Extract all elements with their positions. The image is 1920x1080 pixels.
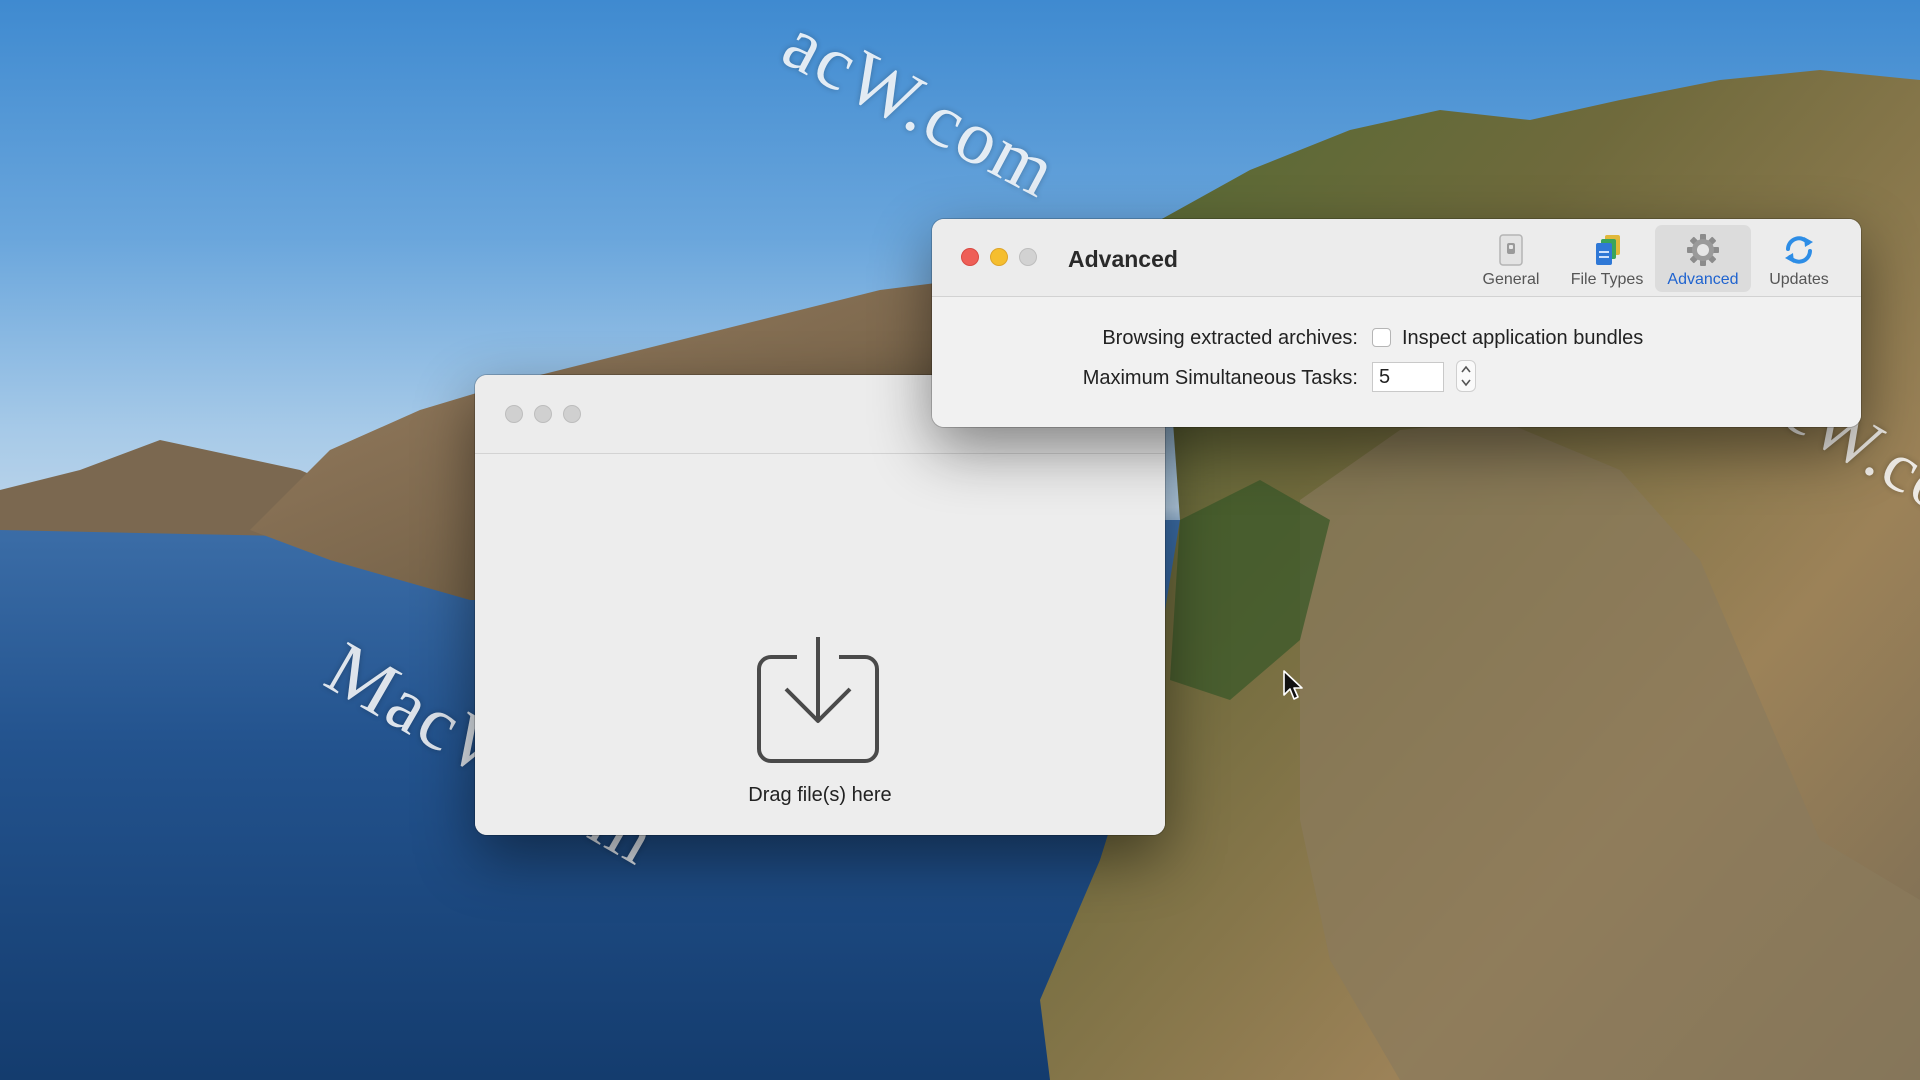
toolbar[interactable]: Advanced General File Types Advanced Upd… — [932, 219, 1861, 297]
tab-label: General — [1482, 271, 1540, 288]
drop-window: Drag file(s) here — [475, 375, 1165, 835]
preferences-window: Advanced General File Types Advanced Upd… — [932, 219, 1861, 427]
tab-file-types[interactable]: File Types — [1559, 225, 1655, 292]
window-title: Advanced — [1068, 246, 1178, 272]
inspect-bundles-label[interactable]: Inspect application bundles — [1402, 327, 1643, 350]
zoom-button[interactable] — [563, 405, 581, 423]
max-tasks-stepper[interactable] — [1456, 360, 1476, 392]
mouse-cursor-icon — [1283, 670, 1303, 700]
zoom-button[interactable] — [1019, 248, 1037, 266]
file-types-icon — [1596, 235, 1620, 265]
max-tasks-input[interactable]: 5 — [1372, 362, 1444, 392]
minimize-button[interactable] — [990, 248, 1008, 266]
gear-icon — [1687, 234, 1719, 266]
switch-icon — [1499, 234, 1523, 266]
advanced-settings-pane: Browsing extracted archives: Inspect app… — [932, 297, 1861, 427]
drop-zone[interactable]: Drag file(s) here — [475, 454, 1165, 835]
tab-updates[interactable]: Updates — [1751, 225, 1847, 292]
tab-general[interactable]: General — [1463, 225, 1559, 292]
minimize-button[interactable] — [534, 405, 552, 423]
download-tray-icon — [757, 637, 879, 763]
close-button[interactable] — [961, 248, 979, 266]
max-tasks-label: Maximum Simultaneous Tasks: — [1082, 367, 1358, 389]
browsing-label: Browsing extracted archives: — [1102, 327, 1358, 349]
drop-label: Drag file(s) here — [748, 784, 892, 806]
tab-label: File Types — [1570, 271, 1644, 288]
preferences-tabs: General File Types Advanced Updates — [1463, 225, 1847, 292]
inspect-bundles-checkbox[interactable] — [1372, 328, 1391, 347]
window-controls — [961, 248, 1037, 266]
refresh-icon — [1785, 236, 1813, 264]
close-button[interactable] — [505, 405, 523, 423]
tab-label: Updates — [1769, 271, 1829, 288]
tab-advanced[interactable]: Advanced — [1655, 225, 1751, 292]
tab-label: Advanced — [1667, 271, 1739, 288]
window-controls — [505, 405, 581, 423]
stepper-arrows-icon — [1461, 365, 1471, 387]
